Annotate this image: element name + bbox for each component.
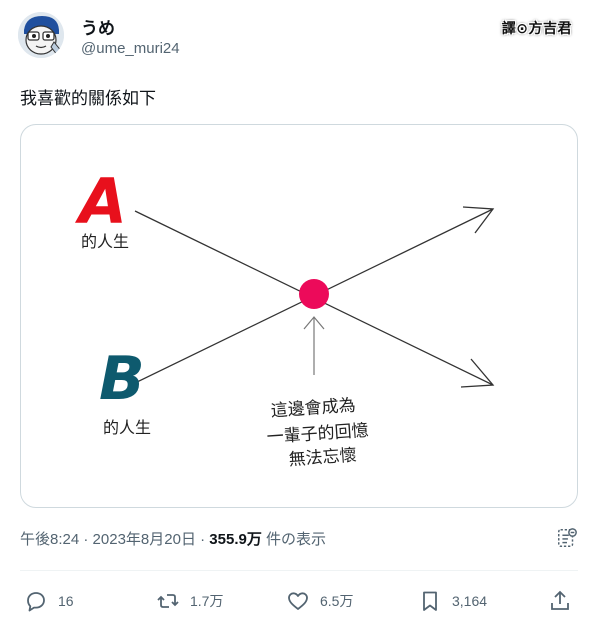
view-count: 355.9万 [209, 531, 262, 548]
watermark: 譯⊙方吉君 [501, 21, 572, 37]
retweet-icon [157, 594, 179, 608]
user-handle[interactable]: @ume_muri24 [81, 40, 180, 57]
analytics-icon[interactable] [556, 527, 578, 549]
reply-button[interactable]: 16 [24, 586, 74, 616]
view-count-label: 件の表示 [261, 531, 327, 548]
tweet-text: 我喜歡的關係如下 [20, 89, 156, 108]
tweet-date[interactable]: 2023年8月20日 [93, 531, 196, 548]
tweet-meta: 午後8:24 · 2023年8月20日 · 355.9万 件の表示 [20, 528, 326, 549]
diagram-drawing: A 的人生 B 的人生 這邊會成為 一輩子的回憶 無法忘懷 [74, 165, 495, 471]
share-icon [551, 590, 569, 610]
retweet-button[interactable]: 1.7万 [156, 586, 223, 616]
divider [20, 570, 578, 571]
bookmark-button[interactable]: 3,164 [418, 586, 487, 616]
tweet-header: うめ @ume_muri24 譯⊙方吉君 [18, 12, 580, 64]
meta-separator: · [79, 531, 93, 548]
media-image[interactable]: A 的人生 B 的人生 這邊會成為 一輩子的回憶 無法忘懷 [20, 124, 578, 508]
annotation-line-1: 這邊會成為 [270, 396, 356, 422]
avatar-icon [18, 12, 64, 58]
bookmark-icon [423, 591, 437, 611]
label-a-text: 的人生 [81, 232, 129, 251]
label-b-text: 的人生 [103, 418, 151, 437]
bookmark-count: 3,164 [452, 593, 488, 609]
intersection-dot [299, 279, 329, 309]
retweet-count: 1.7万 [190, 593, 224, 609]
label-b-letter: B [99, 344, 145, 414]
annotation-line-2: 一輩子的回憶 [266, 421, 369, 448]
meta-separator-2: · [195, 531, 210, 548]
action-bar: 16 1.7万 6.5万 3,164 [20, 586, 578, 616]
like-count: 6.5万 [320, 593, 354, 609]
avatar[interactable] [18, 12, 64, 58]
label-a-letter: A [74, 165, 127, 238]
share-button[interactable] [548, 586, 582, 616]
reply-count: 16 [58, 593, 74, 609]
like-button[interactable]: 6.5万 [286, 586, 353, 616]
display-name[interactable]: うめ [81, 14, 115, 39]
heart-icon [288, 592, 308, 610]
tweet-time[interactable]: 午後8:24 [20, 531, 79, 548]
annotation-line-3: 無法忘懷 [288, 446, 357, 471]
reply-icon [27, 592, 45, 612]
